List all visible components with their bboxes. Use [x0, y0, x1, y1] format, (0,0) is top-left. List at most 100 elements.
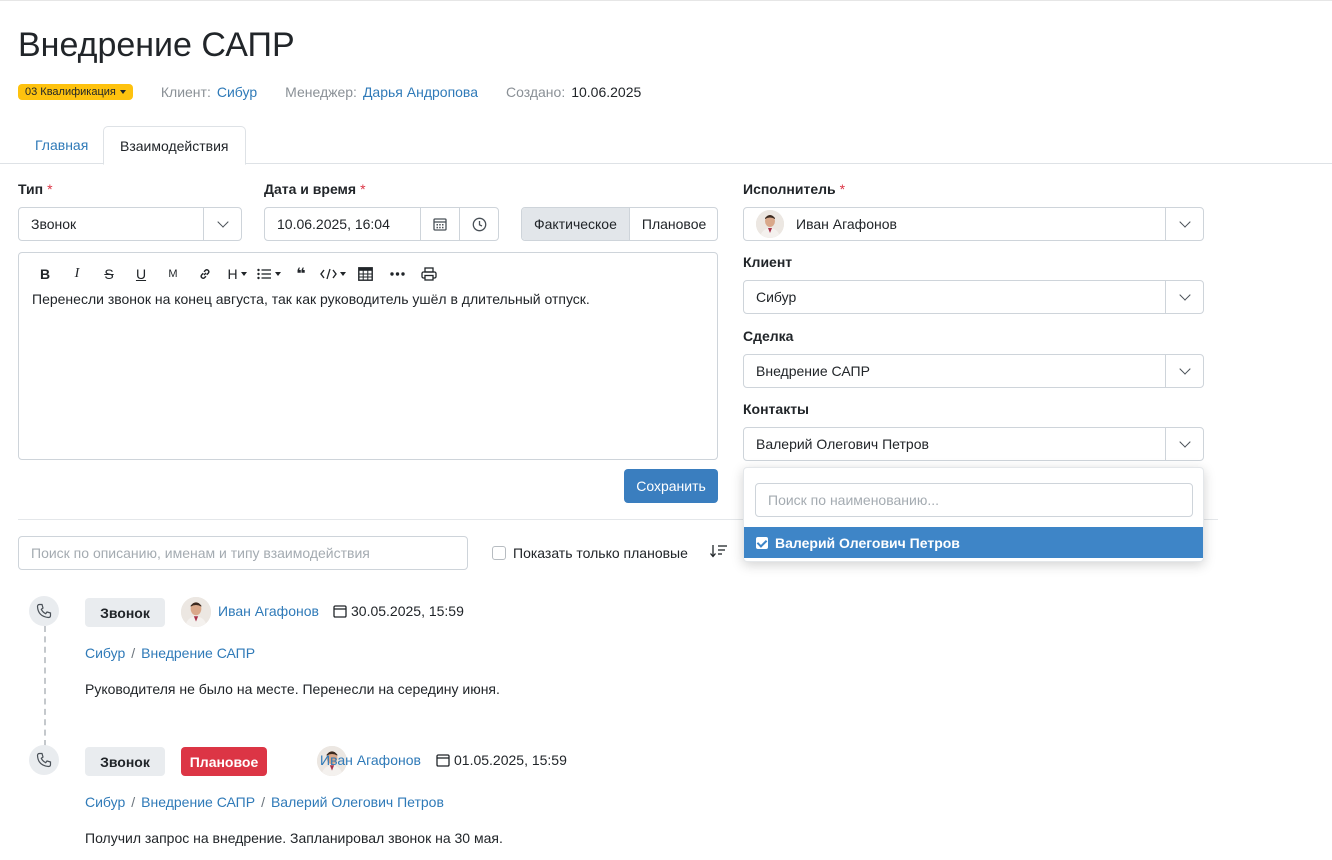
datetime-field-label: Дата и время *	[264, 181, 366, 197]
contacts-value: Валерий Олегович Петров	[756, 436, 929, 452]
interaction-type-badge: Звонок	[85, 747, 165, 776]
contacts-dropdown-toggle[interactable]	[1165, 428, 1203, 460]
interaction-user-link[interactable]: Иван Агафонов	[320, 752, 421, 768]
planned-only-checkbox[interactable]	[492, 546, 506, 560]
breadcrumb-deal-link[interactable]: Внедрение САПР	[141, 794, 255, 810]
required-mark: *	[47, 181, 53, 197]
user-photo-icon	[181, 597, 211, 627]
planned-only-filter[interactable]: Показать только плановые	[492, 545, 688, 561]
datetime-input[interactable]: 10.06.2025, 16:04	[265, 208, 420, 240]
created-label: Создано:	[506, 84, 566, 100]
contacts-field-label: Контакты	[743, 401, 810, 417]
avatar	[756, 210, 784, 238]
type-value: Звонок	[31, 216, 77, 232]
manager-label: Менеджер:	[285, 84, 357, 100]
breadcrumb-separator: /	[131, 794, 136, 810]
time-button[interactable]	[459, 208, 498, 240]
executor-select[interactable]: Иван Агафонов	[743, 207, 1204, 241]
timeline-call-marker	[29, 596, 59, 626]
datetime-input-group: 10.06.2025, 16:04	[264, 207, 499, 241]
editor-toolbar: B I S U M H ❝	[29, 263, 445, 285]
code-icon	[320, 268, 337, 280]
client-field-label: Клиент	[743, 254, 793, 270]
timeline-connector	[44, 626, 46, 746]
check-icon	[756, 536, 768, 549]
client-value: Сибур	[756, 289, 797, 305]
caret-down-icon	[340, 272, 346, 276]
breadcrumb-deal-link[interactable]: Внедрение САПР	[141, 645, 255, 661]
list-button[interactable]	[253, 263, 285, 285]
type-dropdown-toggle[interactable]	[203, 208, 241, 240]
table-button[interactable]	[349, 263, 381, 285]
code-button[interactable]	[317, 263, 349, 285]
client-dropdown-toggle[interactable]	[1165, 281, 1203, 313]
breadcrumb-separator: /	[131, 645, 136, 661]
quote-button[interactable]: ❝	[285, 263, 317, 285]
sort-button[interactable]	[710, 544, 728, 561]
link-button[interactable]	[189, 263, 221, 285]
caret-down-icon	[275, 272, 281, 276]
executor-dropdown-toggle[interactable]	[1165, 208, 1203, 240]
interaction-datetime: 30.05.2025, 15:59	[333, 603, 464, 619]
italic-button[interactable]: I	[61, 263, 93, 285]
contacts-dropdown-search[interactable]: Поиск по наименованию...	[755, 483, 1193, 517]
deal-dropdown-toggle[interactable]	[1165, 355, 1203, 387]
interaction-user-link[interactable]: Иван Агафонов	[218, 603, 319, 619]
client-select[interactable]: Сибур	[743, 280, 1204, 314]
clock-icon	[472, 217, 486, 231]
list-icon	[257, 268, 271, 280]
mark-button[interactable]: M	[157, 263, 189, 285]
chevron-down-icon	[216, 216, 229, 228]
description-editor[interactable]: B I S U M H ❝ Перенесли звонок на конец …	[18, 252, 718, 460]
mode-actual-option[interactable]: Фактическое	[522, 208, 630, 240]
breadcrumb-client-link[interactable]: Сибур	[85, 794, 125, 810]
chevron-down-icon	[1178, 216, 1191, 228]
type-select[interactable]: Звонок	[18, 207, 242, 241]
strikethrough-button[interactable]: S	[93, 263, 125, 285]
datetime-label-text: Дата и время	[264, 181, 357, 197]
print-icon	[421, 267, 437, 281]
stage-badge[interactable]: 03 Квалификация	[18, 84, 133, 100]
interaction-text: Получил запрос на внедрение. Запланирова…	[85, 830, 503, 846]
chevron-down-icon	[1178, 363, 1191, 375]
interaction-datetime: 01.05.2025, 15:59	[436, 752, 567, 768]
planned-only-label: Показать только плановые	[513, 545, 688, 561]
editor-content[interactable]: Перенесли звонок на конец августа, так к…	[32, 291, 590, 307]
manager-link[interactable]: Дарья Андропова	[363, 84, 478, 100]
heading-label: H	[227, 266, 238, 282]
print-button[interactable]	[413, 263, 445, 285]
client-link[interactable]: Сибур	[217, 84, 257, 100]
interactions-search-input[interactable]: Поиск по описанию, именам и типу взаимод…	[18, 536, 468, 570]
more-icon	[389, 272, 405, 276]
tab-main[interactable]: Главная	[19, 126, 104, 164]
bold-button[interactable]: B	[29, 263, 61, 285]
interaction-breadcrumb: Сибур / Внедрение САПР / Валерий Олегови…	[85, 794, 444, 810]
calendar-button[interactable]	[420, 208, 459, 240]
interaction-date: 01.05.2025, 15:59	[454, 752, 567, 768]
interaction-text: Руководителя не было на месте. Перенесли…	[85, 681, 500, 697]
timeline-call-marker	[29, 745, 59, 775]
planned-badge: Плановое	[181, 747, 267, 776]
table-icon	[357, 267, 373, 281]
contacts-select[interactable]: Валерий Олегович Петров	[743, 427, 1204, 461]
more-button[interactable]	[381, 263, 413, 285]
mode-planned-option[interactable]: Плановое	[630, 208, 717, 240]
heading-button[interactable]: H	[221, 263, 253, 285]
save-button[interactable]: Сохранить	[624, 469, 718, 503]
contacts-dropdown-option[interactable]: Валерий Олегович Петров	[744, 527, 1203, 558]
required-mark: *	[839, 181, 846, 197]
caret-down-icon	[119, 90, 126, 94]
avatar	[181, 597, 211, 627]
deal-meta: 03 Квалификация Клиент: Сибур Менеджер: …	[18, 82, 641, 102]
breadcrumb-separator: /	[261, 794, 265, 810]
breadcrumb-contact-link[interactable]: Валерий Олегович Петров	[271, 794, 444, 810]
deal-field-label: Сделка	[743, 328, 794, 344]
contacts-dropdown-menu: Поиск по наименованию... Валерий Олегови…	[743, 467, 1204, 562]
deal-select[interactable]: Внедрение САПР	[743, 354, 1204, 388]
interaction-breadcrumb: Сибур / Внедрение САПР	[85, 645, 255, 661]
underline-button[interactable]: U	[125, 263, 157, 285]
tab-interactions[interactable]: Взаимодействия	[103, 126, 246, 165]
executor-label-text: Исполнитель	[743, 181, 836, 197]
caret-down-icon	[240, 272, 247, 276]
breadcrumb-client-link[interactable]: Сибур	[85, 645, 125, 661]
